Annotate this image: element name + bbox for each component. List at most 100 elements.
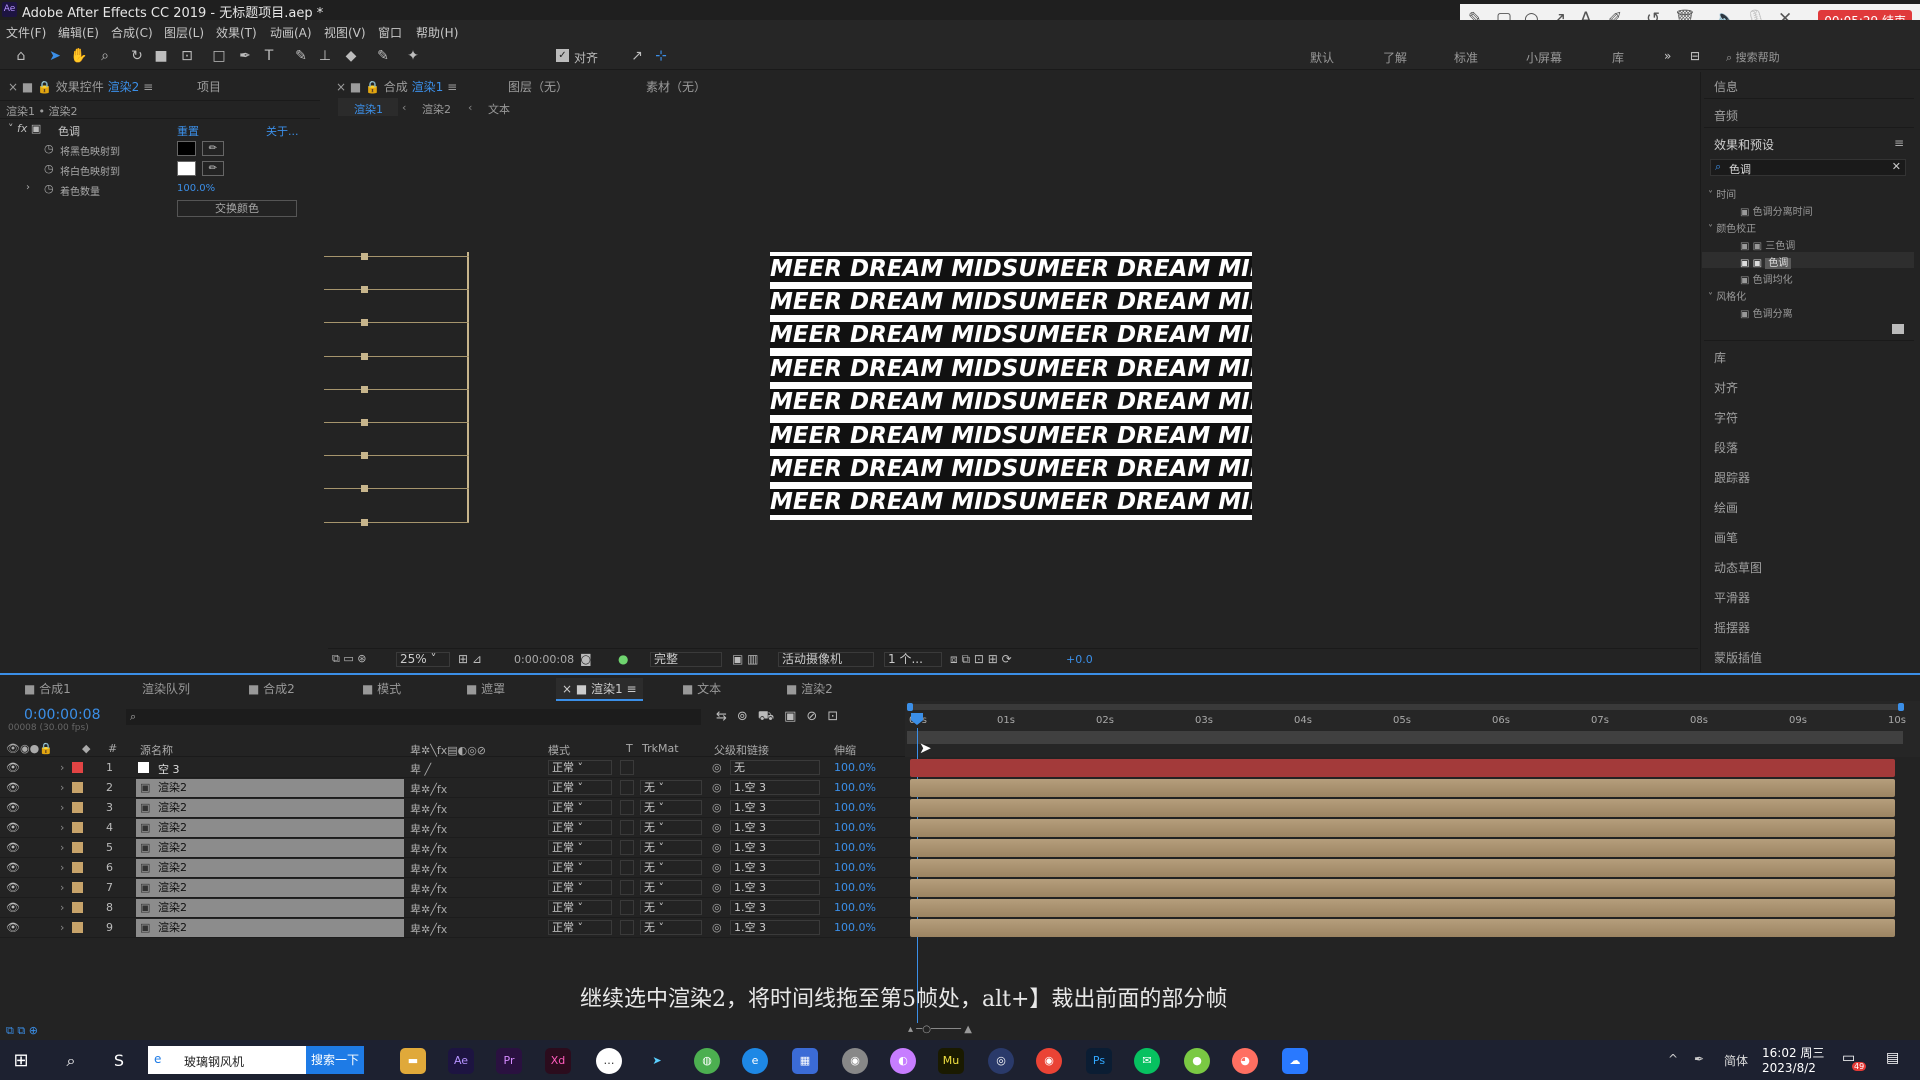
search-once-button[interactable]: 搜索一下	[306, 1046, 364, 1074]
layer-bar[interactable]	[910, 779, 1895, 797]
menu-animation[interactable]: 动画(A)	[270, 24, 312, 41]
trkmat-dropdown[interactable]: 无 ˅	[640, 860, 702, 875]
timeline-switch-icons[interactable]: ⇆⊚⛟▣⊘⊡	[716, 709, 848, 726]
color-app-icon[interactable]: ◐	[890, 1048, 916, 1074]
swap-colors-button[interactable]: 交换颜色	[177, 200, 297, 217]
chevron-right-icon[interactable]: ›	[60, 881, 64, 894]
switches-icons[interactable]: 卑✲╱fx	[410, 841, 447, 857]
clear-search-icon[interactable]: ✕	[1892, 160, 1901, 173]
preserve-transparency-checkbox[interactable]	[620, 760, 634, 775]
search-help[interactable]: ⌕ 搜索帮助	[1726, 49, 1780, 65]
mode-dropdown[interactable]: 正常 ˅	[548, 820, 612, 835]
layer-name[interactable]: 渲染2	[136, 779, 404, 797]
home-icon[interactable]: ⌂	[12, 47, 30, 65]
chevron-right-icon[interactable]: ›	[60, 761, 64, 774]
pickwhip-icon[interactable]: ◎	[712, 801, 722, 814]
selection-tool-icon[interactable]: ➤	[46, 47, 64, 65]
libraries-panel[interactable]: 库	[1714, 349, 1726, 366]
wiggler-panel[interactable]: 摇摆器	[1714, 619, 1750, 636]
palette-app-icon[interactable]: ◕	[1232, 1048, 1258, 1074]
paragraph-panel[interactable]: 段落	[1714, 439, 1738, 456]
photoshop-icon[interactable]: Ps	[1086, 1048, 1112, 1074]
null-layer-bar[interactable]	[910, 759, 1895, 777]
earth-icon[interactable]: ◍	[694, 1048, 720, 1074]
chevron-right-icon[interactable]: ›	[60, 801, 64, 814]
mode-dropdown[interactable]: 正常 ˅	[548, 860, 612, 875]
chrome-icon[interactable]: ◉	[1036, 1048, 1062, 1074]
xd-icon[interactable]: Xd	[545, 1048, 571, 1074]
comp-canvas[interactable]: MEER DREAM MIDSUMEER DREAM MIDSUMEER MEE…	[770, 252, 1252, 520]
pickwhip-icon[interactable]: ◎	[712, 821, 722, 834]
time-ruler[interactable]: 00s 01s 02s 03s 04s 05s 06s 07s 08s 09s …	[905, 701, 1920, 1048]
pan-behind-icon[interactable]: ⊡	[178, 47, 196, 65]
switches-icons[interactable]: 卑✲╱fx	[410, 781, 447, 797]
parent-dropdown[interactable]: 1.空 3	[730, 820, 820, 835]
zoom-slider[interactable]: ▴ ─○───── ▲	[908, 1024, 972, 1035]
preserve-transparency-checkbox[interactable]	[620, 820, 634, 835]
stretch-value[interactable]: 100.0%	[834, 901, 876, 914]
camera-app-icon[interactable]: ◉	[842, 1048, 868, 1074]
label-color[interactable]	[72, 802, 83, 813]
footage-tab[interactable]: 素材（无）	[646, 78, 706, 100]
tray-chevron-icon[interactable]: ^	[1668, 1052, 1678, 1066]
preserve-transparency-checkbox[interactable]	[620, 920, 634, 935]
smoother-panel[interactable]: 平滑器	[1714, 589, 1750, 606]
tree-item-tritone[interactable]: ▣ ▣ 三色调	[1740, 237, 1795, 252]
chevron-right-icon[interactable]: ›	[60, 781, 64, 794]
parent-dropdown[interactable]: 无	[730, 760, 820, 775]
parent-dropdown[interactable]: 1.空 3	[730, 800, 820, 815]
preserve-transparency-checkbox[interactable]	[620, 840, 634, 855]
effects-search-input[interactable]: ⌕ 色调 ✕	[1710, 159, 1906, 176]
mode-dropdown[interactable]: 正常 ˅	[548, 880, 612, 895]
stopwatch-icon[interactable]: ◷	[44, 142, 54, 155]
sogou-icon[interactable]: S	[106, 1048, 132, 1074]
layer-bar[interactable]	[910, 839, 1895, 857]
pen-tray-icon[interactable]: ✒	[1694, 1052, 1704, 1066]
workspace-standard[interactable]: 标准	[1454, 49, 1478, 66]
paint-panel[interactable]: 绘画	[1714, 499, 1738, 516]
roto-brush-icon[interactable]: ✎	[374, 47, 392, 65]
parent-dropdown[interactable]: 1.空 3	[730, 880, 820, 895]
switches-icons[interactable]: 卑✲╱fx	[410, 861, 447, 877]
clock-date[interactable]: 2023/8/2	[1762, 1061, 1816, 1075]
file-explorer-icon[interactable]: ▬	[400, 1048, 426, 1074]
layer-name[interactable]: 空 3	[158, 761, 180, 777]
eye-icon[interactable]: 👁	[6, 861, 20, 874]
mode-dropdown[interactable]: 正常 ˅	[548, 920, 612, 935]
tree-folder-color-correction[interactable]: ˅ 颜色校正	[1708, 220, 1756, 235]
reset-link[interactable]: 重置	[177, 123, 199, 139]
parent-dropdown[interactable]: 1.空 3	[730, 840, 820, 855]
stopwatch-icon[interactable]: ◷	[44, 162, 54, 175]
new-folder-icon[interactable]	[1892, 324, 1904, 334]
menu-effect[interactable]: 效果(T)	[216, 24, 257, 41]
layer-row[interactable]: 👁 › 5 渲染2 ▣ 卑✲╱fx 正常 ˅ 无 ˅ ◎ 1.空 3 100.0%	[0, 838, 910, 858]
trkmat-dropdown[interactable]: 无 ˅	[640, 920, 702, 935]
rotate-tool-icon[interactable]: ↻	[128, 47, 146, 65]
stretch-header[interactable]: 伸缩	[834, 742, 856, 758]
tab-comp2[interactable]: ■ 合成2	[248, 680, 295, 697]
layer-bar[interactable]	[910, 879, 1895, 897]
more-workspaces-icon[interactable]: »	[1664, 49, 1671, 63]
tracker-panel[interactable]: 跟踪器	[1714, 469, 1750, 486]
label-color[interactable]	[72, 782, 83, 793]
chevron-right-icon[interactable]: ›	[60, 821, 64, 834]
snap-options-icon[interactable]: ⊹	[652, 47, 670, 65]
camera-dropdown[interactable]: 活动摄像机	[778, 652, 874, 667]
workspace-icon[interactable]: ⊟	[1690, 49, 1700, 63]
tab-render1[interactable]: × ■ 渲染1 ≡	[556, 678, 643, 701]
label-color[interactable]	[72, 922, 83, 933]
action-center-icon[interactable]: ▤	[1886, 1050, 1899, 1066]
stretch-value[interactable]: 100.0%	[834, 781, 876, 794]
workspace-small-screen[interactable]: 小屏幕	[1526, 49, 1562, 66]
trkmat-dropdown[interactable]: 无 ˅	[640, 800, 702, 815]
glasses-icon[interactable]: ⊛	[357, 652, 366, 665]
character-panel[interactable]: 字符	[1714, 409, 1738, 426]
mode-header[interactable]: 模式	[548, 742, 570, 758]
layer-row[interactable]: 👁 › 3 渲染2 ▣ 卑✲╱fx 正常 ˅ 无 ˅ ◎ 1.空 3 100.0%	[0, 798, 910, 818]
layer-name[interactable]: 渲染2	[136, 899, 404, 917]
about-link[interactable]: 关于...	[266, 123, 299, 139]
switches-icons[interactable]: 卑✲╱fx	[410, 921, 447, 937]
chat-icon[interactable]: …	[596, 1048, 622, 1074]
stopwatch-icon[interactable]: ◷	[44, 182, 54, 195]
pickwhip-icon[interactable]: ◎	[712, 921, 722, 934]
